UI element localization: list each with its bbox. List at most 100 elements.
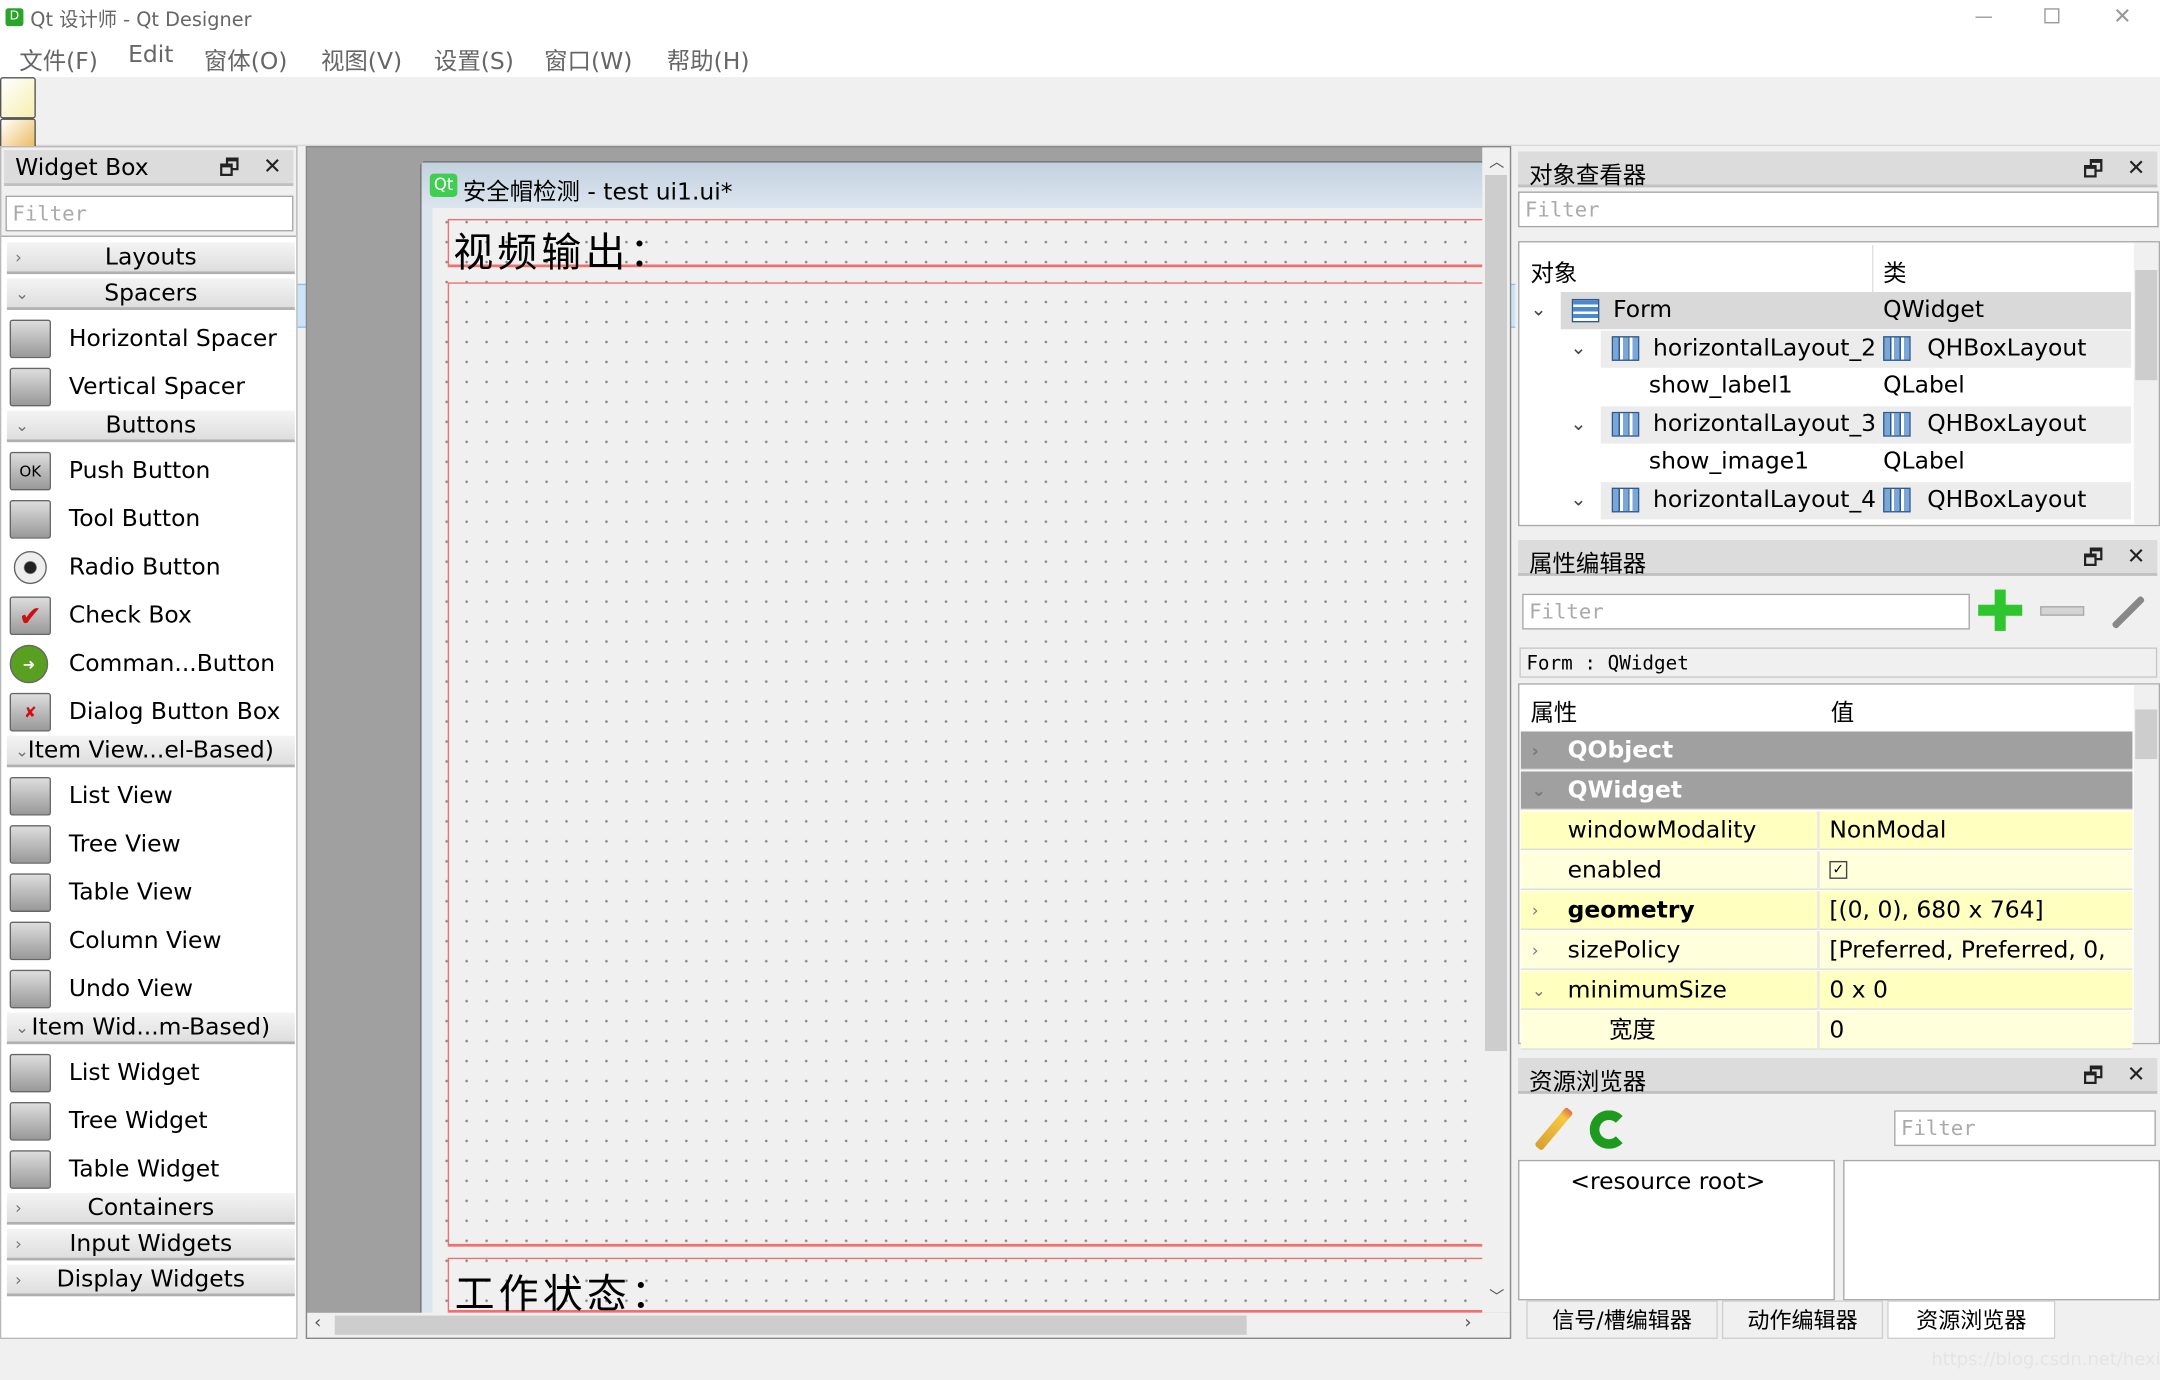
widget-item[interactable]: Vertical Spacer [9,364,245,411]
widget-item-label: Tree View [68,830,181,859]
header-object[interactable]: 对象 [1530,253,1577,288]
menu-form[interactable]: 窗体(O) [204,41,288,76]
object-tree-row[interactable]: show_label1 QLabel [1519,368,2131,405]
property-row[interactable]: ⌄ QWidget [1520,771,2133,810]
property-table-scrollbar[interactable] [2133,684,2159,1043]
resource-root-item[interactable]: <resource root> [1570,1168,1765,1196]
widget-item[interactable]: Tool Button [9,496,200,543]
object-filter-input[interactable]: Filter [1518,191,2159,228]
mdi-horizontal-scrollbar[interactable]: ‹ › [307,1312,1510,1338]
scroll-right-icon[interactable]: › [1464,1313,1471,1334]
object-tree-row[interactable]: ⌄ Form QWidget [1519,292,2132,330]
header-property[interactable]: 属性 [1530,693,1577,728]
property-name: 宽度 [1608,1016,1656,1045]
property-value[interactable]: [(0, 0), 680 x 764] [1829,891,2043,930]
scroll-down-icon[interactable]: ﹀ [1489,1285,1504,1307]
widget-filter-input[interactable]: Filter [5,195,294,232]
remove-property-icon[interactable] [2040,606,2085,616]
scroll-thumb[interactable] [1484,174,1508,1052]
widget-item[interactable]: ➜ Comman...Button [9,641,275,688]
close-icon[interactable]: ✕ [2127,154,2145,180]
widget-item[interactable]: List Widget [9,1050,200,1097]
resource-filter-input[interactable]: Filter [1894,1110,2156,1147]
object-name: horizontalLayout_4 [1653,485,1877,514]
category-layouts[interactable]: › Layouts [6,242,295,275]
widget-item-label: Vertical Spacer [68,373,245,401]
scroll-up-icon[interactable]: ︿ [1489,150,1504,172]
widget-item[interactable]: Tree Widget [9,1098,208,1145]
object-tree-row[interactable]: ⌄ horizontalLayout_4 QHBoxLayout [1519,481,2132,519]
property-row[interactable]: enabled ✓ [1520,851,2133,890]
object-inspector-title-bar: 对象查看器 🗗 ✕ [1518,151,2158,191]
menu-file[interactable]: 文件(F) [19,41,98,76]
widget-item[interactable]: OK Push Button [9,448,210,495]
widget-item[interactable]: ✔ Check Box [9,592,192,639]
widget-item[interactable]: Horizontal Spacer [9,315,277,362]
widget-item[interactable]: Undo View [9,966,193,1013]
property-value[interactable]: 0 [1829,1011,1844,1050]
tab-0[interactable]: 信号/槽编辑器 [1526,1300,1718,1339]
object-tree-scrollbar[interactable] [2133,242,2159,525]
header-class[interactable]: 类 [1883,253,1906,288]
close-icon[interactable]: ✕ [2113,3,2131,29]
category-buttons[interactable]: ⌄ Buttons [6,410,295,443]
property-filter-input[interactable]: Filter [1522,593,1970,630]
reload-icon[interactable] [1589,1110,1629,1149]
object-tree-row[interactable]: ⌄ horizontalLayout_2 QHBoxLayout [1519,329,2132,368]
float-icon[interactable]: 🗗 [219,153,240,190]
property-row[interactable]: › QObject [1520,731,2133,771]
tab-2[interactable]: 资源浏览器 [1887,1300,2056,1339]
close-icon[interactable]: ✕ [263,153,281,179]
float-icon[interactable]: 🗗 [2083,543,2104,580]
minimize-icon[interactable] [1975,16,1992,18]
category-spacers[interactable]: ⌄ Spacers [6,278,295,310]
widget-item-label: Table View [68,878,193,907]
menu-settings[interactable]: 设置(S) [434,41,514,76]
close-icon[interactable]: ✕ [2127,543,2145,569]
video-image-area [447,282,1495,1247]
widget-item[interactable]: List View [9,773,173,820]
float-icon[interactable]: 🗗 [2083,154,2104,191]
scroll-thumb[interactable] [334,1315,1247,1335]
menu-window[interactable]: 窗口(W) [544,41,632,76]
widget-item[interactable]: Column View [9,917,222,964]
close-icon[interactable]: ✕ [2127,1061,2145,1087]
scroll-thumb[interactable] [2135,709,2158,760]
widget-item[interactable]: Tree View [9,821,181,868]
menu-edit[interactable]: Edit [128,41,173,69]
property-row[interactable]: 宽度 0 [1520,1011,2133,1050]
widget-item-label: Horizontal Spacer [68,325,277,353]
widget-item[interactable]: Table View [9,869,193,916]
header-value[interactable]: 值 [1831,693,1854,728]
menu-view[interactable]: 视图(V) [321,41,402,76]
object-tree-row[interactable]: ⌄ horizontalLayout_3 QHBoxLayout [1519,405,2132,443]
category-display-widgets[interactable]: › Display Widgets [6,1264,295,1297]
category-input-widgets[interactable]: › Input Widgets [6,1228,295,1261]
menu-help[interactable]: 帮助(H) [667,41,750,76]
scroll-thumb[interactable] [2135,269,2158,381]
property-row[interactable]: › geometry [(0, 0), 680 x 764] [1520,891,2133,930]
property-value[interactable]: 0 x 0 [1829,971,1888,1010]
restore-icon[interactable] [2044,8,2060,24]
widget-item[interactable]: ✘ Dialog Button Box [9,689,280,736]
mdi-vertical-scrollbar[interactable]: ︿ ﹀ [1482,147,1510,1313]
property-row[interactable]: ⌄ minimumSize 0 x 0 [1520,971,2133,1010]
checkbox-checked-icon[interactable]: ✓ [1829,860,1848,879]
property-value[interactable]: NonModal [1829,811,1946,850]
float-icon[interactable]: 🗗 [2083,1061,2104,1098]
new-file-icon[interactable] [0,77,2160,119]
category-item-view-el-based-[interactable]: ⌄ Item View...el-Based) [6,735,295,768]
object-tree-row[interactable]: show_image1 QLabel [1519,444,2131,481]
category-containers[interactable]: › Containers [6,1192,295,1225]
tab-1[interactable]: 动作编辑器 [1721,1300,1884,1339]
widget-item[interactable]: Table Widget [9,1146,219,1193]
property-row[interactable]: ›sizePolicy[Preferred, Preferred, 0, 0] [1520,931,2133,1003]
resource-browser-title: 资源浏览器 [1529,1068,1647,1097]
widget-item[interactable]: Radio Button [10,544,221,591]
scroll-left-icon[interactable]: ‹ [314,1313,321,1334]
property-row[interactable]: windowModality NonModal [1520,811,2133,850]
add-property-icon[interactable] [1978,589,2023,634]
edit-resources-pencil-icon[interactable] [1534,1106,1574,1151]
category-item-wid-m-based-[interactable]: ⌄ Item Wid...m-Based) [6,1012,295,1045]
tree-widget-icon [9,1102,51,1141]
